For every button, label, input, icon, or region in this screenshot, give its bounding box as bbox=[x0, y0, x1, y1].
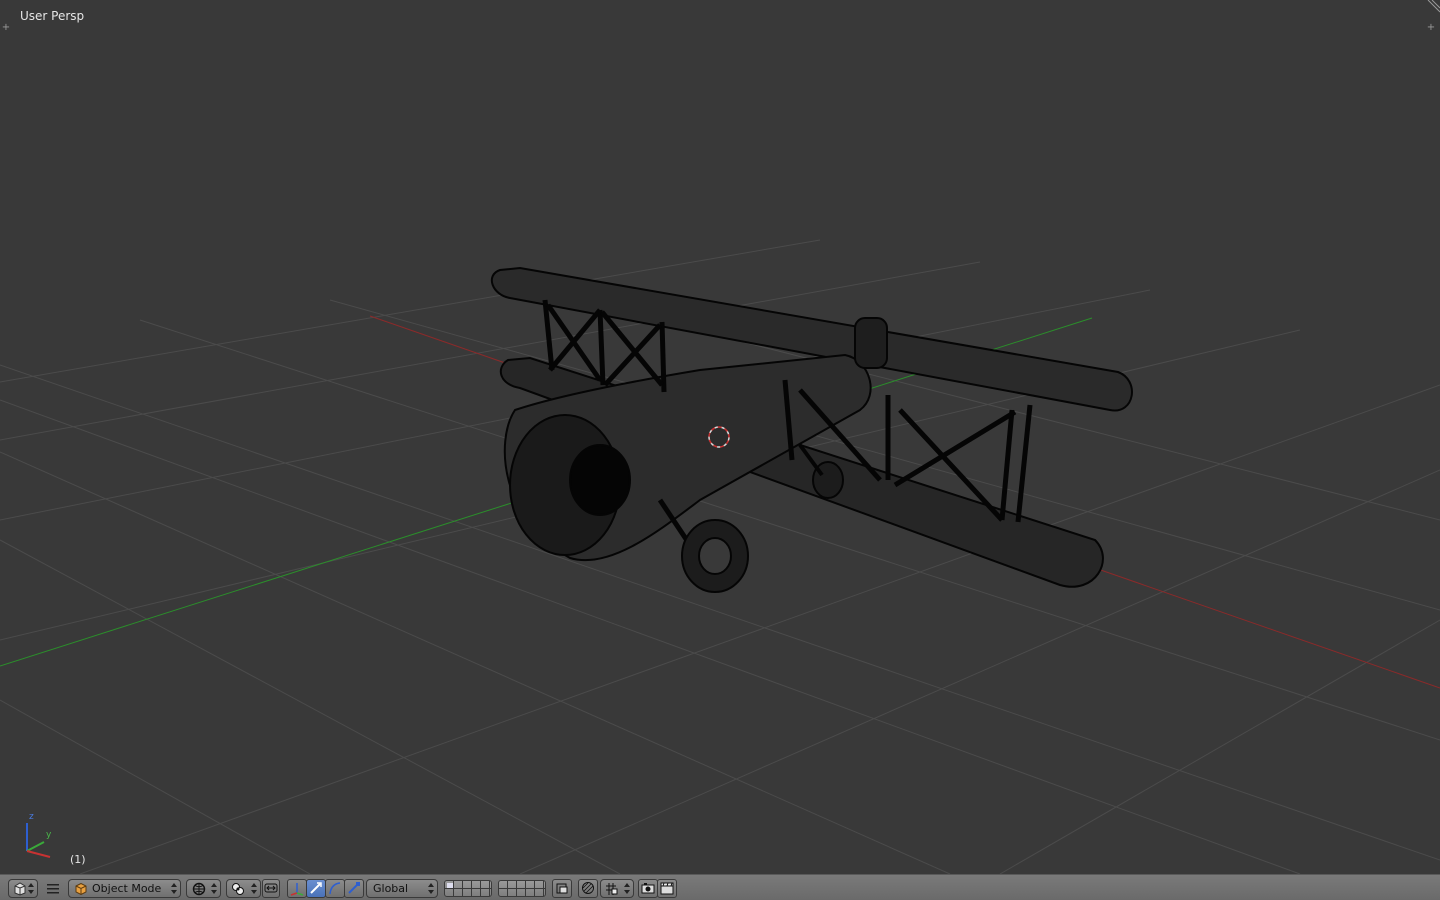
viewport-header: Object Mode Global bbox=[0, 874, 1440, 900]
curve-manipulator[interactable] bbox=[325, 879, 345, 898]
lock-camera-toggle[interactable] bbox=[552, 879, 572, 898]
clapboard-icon bbox=[660, 882, 674, 895]
layers-group-b[interactable] bbox=[498, 880, 546, 897]
curve-icon bbox=[329, 882, 341, 895]
proportional-edit-toggle[interactable] bbox=[578, 879, 598, 898]
3d-viewport[interactable]: User Persp z y (1) + + bbox=[0, 0, 1440, 874]
frame-label: (1) bbox=[70, 853, 86, 866]
area-split-handle-right[interactable]: + bbox=[1426, 23, 1436, 33]
layers-icon bbox=[447, 883, 453, 888]
pivot-point-icon bbox=[232, 882, 244, 895]
viewport-shading-icon bbox=[192, 882, 206, 895]
scene-canvas[interactable] bbox=[0, 0, 1440, 874]
manipulator-toggle-icon bbox=[264, 883, 278, 893]
editor-type-selector[interactable] bbox=[8, 879, 38, 898]
orientation-select-value: Global bbox=[373, 882, 409, 895]
viewport-shading-select[interactable] bbox=[186, 879, 221, 898]
mode-select[interactable]: Object Mode bbox=[68, 879, 181, 898]
biplane-model[interactable] bbox=[490, 266, 1133, 593]
propeller-hub bbox=[569, 444, 631, 516]
snap-icon bbox=[606, 882, 618, 895]
render-icon bbox=[641, 883, 655, 894]
menu-icon[interactable] bbox=[46, 882, 60, 896]
snap-select[interactable] bbox=[600, 879, 634, 898]
axis-gizmo bbox=[26, 823, 51, 858]
pivot-point-select[interactable] bbox=[226, 879, 261, 898]
area-corner-handle[interactable] bbox=[1426, 0, 1440, 14]
render-opengl-button[interactable] bbox=[638, 879, 658, 898]
layers-group-a[interactable] bbox=[444, 880, 492, 897]
lock-icon bbox=[556, 883, 568, 894]
editor-type-icon bbox=[14, 881, 26, 896]
axis-z-label: z bbox=[29, 812, 34, 822]
translate-icon bbox=[290, 883, 304, 896]
rotate-icon bbox=[310, 882, 322, 894]
orientation-select[interactable]: Global bbox=[366, 879, 438, 898]
tail-fin bbox=[854, 317, 888, 369]
mode-select-value: Object Mode bbox=[92, 882, 162, 895]
area-split-handle-left[interactable]: + bbox=[1, 23, 11, 33]
manipulator-toggle[interactable] bbox=[262, 879, 280, 898]
scale-icon bbox=[348, 882, 360, 894]
translate-manipulator[interactable] bbox=[287, 879, 307, 898]
rotate-manipulator[interactable] bbox=[306, 879, 326, 898]
proportional-edit-icon bbox=[582, 882, 594, 894]
cube-icon bbox=[75, 882, 87, 895]
scale-manipulator[interactable] bbox=[344, 879, 364, 898]
axis-y-label: y bbox=[46, 830, 52, 840]
view-label: User Persp bbox=[20, 9, 85, 23]
render-animation-button[interactable] bbox=[657, 879, 677, 898]
